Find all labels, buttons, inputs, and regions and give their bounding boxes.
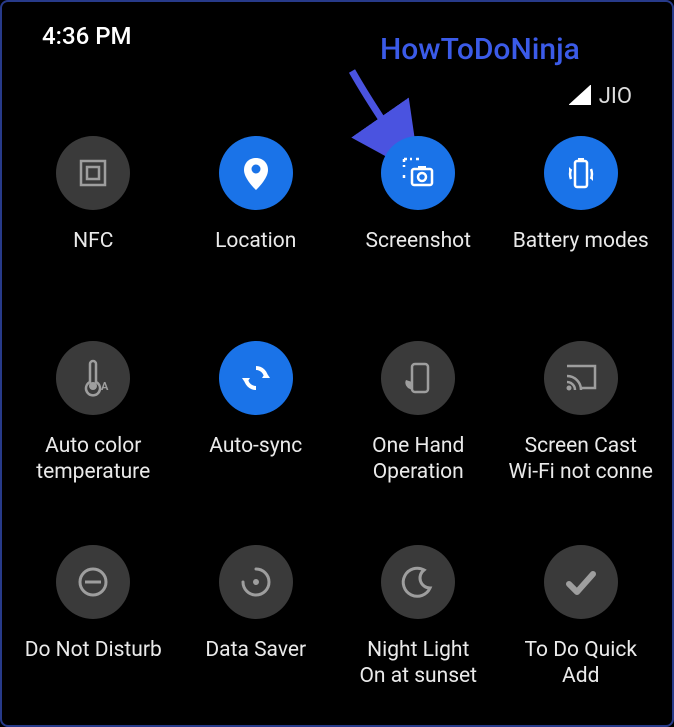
signal-icon <box>569 85 591 109</box>
tile-do-not-disturb[interactable]: Do Not Disturb <box>12 545 175 690</box>
tile-label: Night LightOn at sunset <box>357 637 479 690</box>
svg-text:A: A <box>101 380 109 393</box>
tile-label: NFC <box>71 228 115 280</box>
tile-battery-modes[interactable]: Battery modes <box>500 136 663 281</box>
quick-settings-grid: NFC Location Screenshot <box>2 136 672 690</box>
tile-screenshot[interactable]: Screenshot <box>337 136 500 281</box>
tile-label: Location <box>213 228 298 280</box>
carrier-area: JIO <box>569 84 632 109</box>
tile-one-hand[interactable]: One HandOperation <box>337 341 500 486</box>
tile-nfc[interactable]: NFC <box>12 136 175 281</box>
data-saver-icon <box>219 545 293 619</box>
tile-data-saver[interactable]: Data Saver <box>175 545 338 690</box>
tile-label: Battery modes <box>511 228 651 280</box>
tile-label: One HandOperation <box>370 433 466 486</box>
sync-icon <box>219 341 293 415</box>
nfc-icon <box>56 136 130 210</box>
tile-label: Screenshot <box>363 228 473 280</box>
tile-location[interactable]: Location <box>175 136 338 281</box>
tile-auto-sync[interactable]: Auto-sync <box>175 341 338 486</box>
location-icon <box>219 136 293 210</box>
tile-todo-quick-add[interactable]: To Do QuickAdd <box>500 545 663 690</box>
screenshot-icon <box>381 136 455 210</box>
clock-time: 4:36 PM <box>42 22 132 50</box>
dnd-icon <box>56 545 130 619</box>
battery-icon <box>544 136 618 210</box>
tile-label: Do Not Disturb <box>23 637 164 689</box>
cast-icon <box>544 341 618 415</box>
tile-label: Auto colortemperature <box>34 433 152 486</box>
tile-night-light[interactable]: Night LightOn at sunset <box>337 545 500 690</box>
tile-auto-color-temperature[interactable]: A Auto colortemperature <box>12 341 175 486</box>
one-hand-icon <box>381 341 455 415</box>
tile-label: To Do QuickAdd <box>523 637 639 690</box>
thermometer-icon: A <box>56 341 130 415</box>
tile-screen-cast[interactable]: Screen CastWi-Fi not conne <box>500 341 663 486</box>
statusbar: 4:36 PM <box>42 22 632 50</box>
tile-label: Auto-sync <box>207 433 304 485</box>
tile-label: Data Saver <box>203 637 308 689</box>
tile-label: Screen CastWi-Fi not conne <box>507 433 655 486</box>
moon-icon <box>381 545 455 619</box>
carrier-label: JIO <box>599 84 632 109</box>
check-icon <box>544 545 618 619</box>
